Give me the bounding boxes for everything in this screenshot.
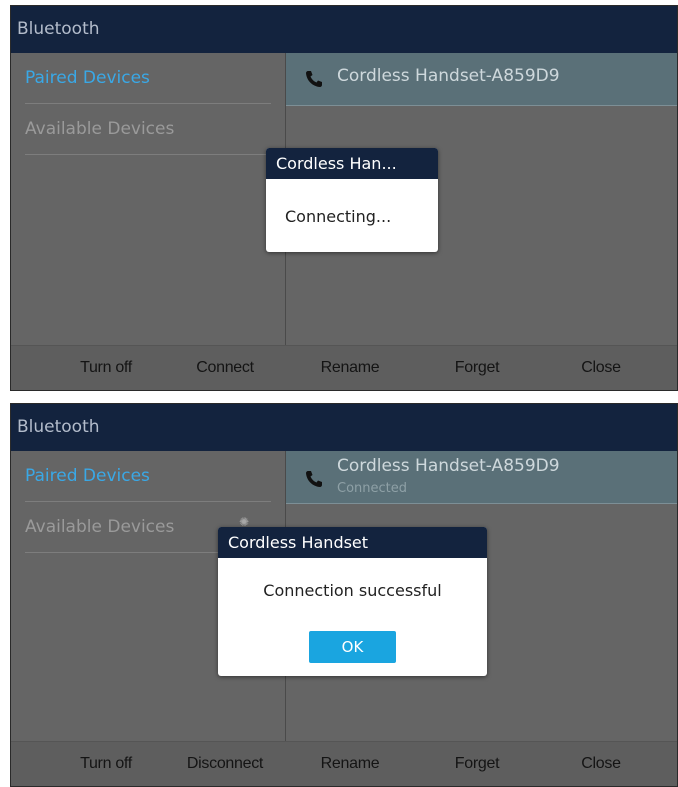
device-row[interactable]: Cordless Handset-A859D9 Connected xyxy=(286,451,677,504)
rename-softkey[interactable]: Rename xyxy=(321,742,380,786)
connect-softkey[interactable]: Connect xyxy=(196,346,254,390)
close-softkey[interactable]: Close xyxy=(581,742,621,786)
forget-softkey[interactable]: Forget xyxy=(455,742,500,786)
phone-icon xyxy=(306,471,322,487)
bluetooth-screen-connecting: Bluetooth Paired Devices Available Devic… xyxy=(10,5,678,391)
dialog-title: Cordless Handset xyxy=(218,527,487,558)
connection-success-dialog: Cordless Handset Connection successful O… xyxy=(218,527,487,676)
dialog-message: Connection successful xyxy=(263,581,442,600)
turn-off-softkey[interactable]: Turn off xyxy=(80,346,132,390)
screen-title: Bluetooth xyxy=(11,6,677,53)
dialog-message: Connecting... xyxy=(285,207,392,226)
device-category-list: Paired Devices Available Devices xyxy=(11,53,286,346)
turn-off-softkey[interactable]: Turn off xyxy=(80,742,132,786)
softkey-bar: Turn off Connect Rename Forget Close xyxy=(11,345,677,390)
device-name: Cordless Handset-A859D9 xyxy=(337,456,560,476)
ok-button[interactable]: OK xyxy=(309,631,396,663)
rename-softkey[interactable]: Rename xyxy=(321,346,380,390)
bluetooth-screen-connected: Bluetooth Paired Devices Available Devic… xyxy=(10,403,678,787)
device-name: Cordless Handset-A859D9 xyxy=(337,66,560,86)
screen-title: Bluetooth xyxy=(11,404,677,451)
tab-paired-devices[interactable]: Paired Devices xyxy=(25,451,271,502)
phone-icon xyxy=(306,71,322,87)
tab-available-devices[interactable]: Available Devices xyxy=(25,104,271,155)
forget-softkey[interactable]: Forget xyxy=(455,346,500,390)
disconnect-softkey[interactable]: Disconnect xyxy=(187,742,263,786)
dialog-title: Cordless Han... xyxy=(266,148,438,179)
device-row[interactable]: Cordless Handset-A859D9 xyxy=(286,53,677,106)
tab-paired-devices[interactable]: Paired Devices xyxy=(25,53,271,104)
close-softkey[interactable]: Close xyxy=(581,346,621,390)
connecting-dialog: Cordless Han... Connecting... xyxy=(266,148,438,252)
softkey-bar: Turn off Disconnect Rename Forget Close xyxy=(11,741,677,786)
device-status: Connected xyxy=(337,481,408,496)
